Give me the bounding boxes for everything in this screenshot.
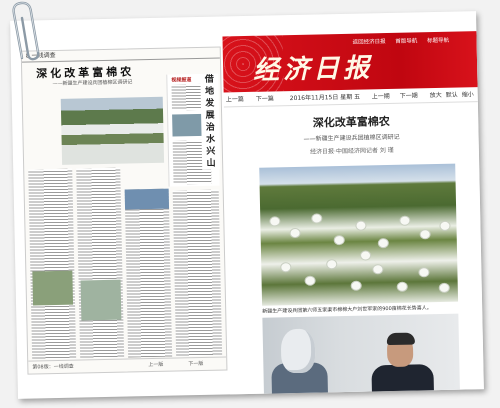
article-panel: 经济日报 返回经济日报 首版导航 标题导航 上一篇 下一篇 2016年11月15…	[222, 31, 484, 398]
issue-date: 2016年11月15日 星期 五	[289, 93, 361, 103]
masthead: 经济日报 返回经济日报 首版导航 标题导航	[222, 31, 478, 93]
font-large-button[interactable]: 放大	[430, 90, 442, 102]
prev-edition-link[interactable]: 上一期	[372, 91, 390, 103]
font-small-button[interactable]: 缩小	[462, 89, 474, 101]
text-column	[28, 168, 77, 360]
article-toolbar: 上一篇 下一篇 2016年11月15日 星期 五 上一期 下一期 放大 默认 缩…	[223, 89, 478, 108]
newspaper-screenshot-frame: 8 一线调查 深化改革富棉农 ——新疆生产建设兵团植棉区调研记 视频报道 借 地…	[10, 11, 484, 399]
footer-page-label: 第08版：一线调查	[32, 363, 74, 371]
page-subhead: ——新疆生产建设兵团植棉区调研记	[52, 79, 133, 88]
article-byline: 经济日报·中国经济网记者 刘 瑾	[309, 146, 394, 156]
page-label: 8 一线调查	[21, 47, 220, 63]
article-photo	[124, 188, 170, 210]
text-column	[172, 189, 223, 357]
font-default-button[interactable]: 默认	[446, 90, 458, 102]
footer-prev-link[interactable]: 上一版	[148, 359, 163, 371]
next-edition-link[interactable]: 下一期	[400, 90, 418, 102]
page-footer: 第08版：一线调查 上一版 下一版	[28, 356, 227, 374]
article-subtitle: ——新疆生产建设兵团植棉区调研记	[303, 133, 400, 143]
vertical-heading: 借 地 发 展 治 水 兴 山	[200, 73, 221, 170]
top-link-front[interactable]: 首版导航	[395, 38, 417, 44]
cotton-field-photo	[259, 163, 459, 306]
text-column	[124, 188, 173, 358]
footer-next-link[interactable]: 下一版	[188, 358, 203, 370]
article-title: 深化改革富棉农	[312, 114, 390, 130]
article-photo	[80, 279, 122, 321]
prev-article-link[interactable]: 上一篇	[226, 94, 244, 106]
cotton-field-photo-thumb	[60, 96, 165, 165]
next-article-link[interactable]: 下一篇	[256, 93, 274, 105]
top-link-home[interactable]: 返回经济日报	[353, 39, 386, 46]
article-photo	[32, 270, 74, 306]
photo-caption: 新疆生产建设兵团第六师五家渠市棉棉大户刘世军家的900亩棉花长势喜人。	[262, 305, 432, 315]
farmers-photo	[262, 313, 460, 398]
top-link-titles[interactable]: 标题导航	[427, 38, 449, 44]
newspaper-page-thumbnail[interactable]: 8 一线调查 深化改革富棉农 ——新疆生产建设兵团植棉区调研记 视频报道 借 地…	[20, 46, 228, 375]
paperclip-icon	[12, 1, 40, 61]
masthead-logo[interactable]: 经济日报	[253, 47, 374, 87]
top-links: 返回经济日报 首版导航 标题导航	[353, 36, 458, 46]
text-column	[76, 167, 125, 359]
